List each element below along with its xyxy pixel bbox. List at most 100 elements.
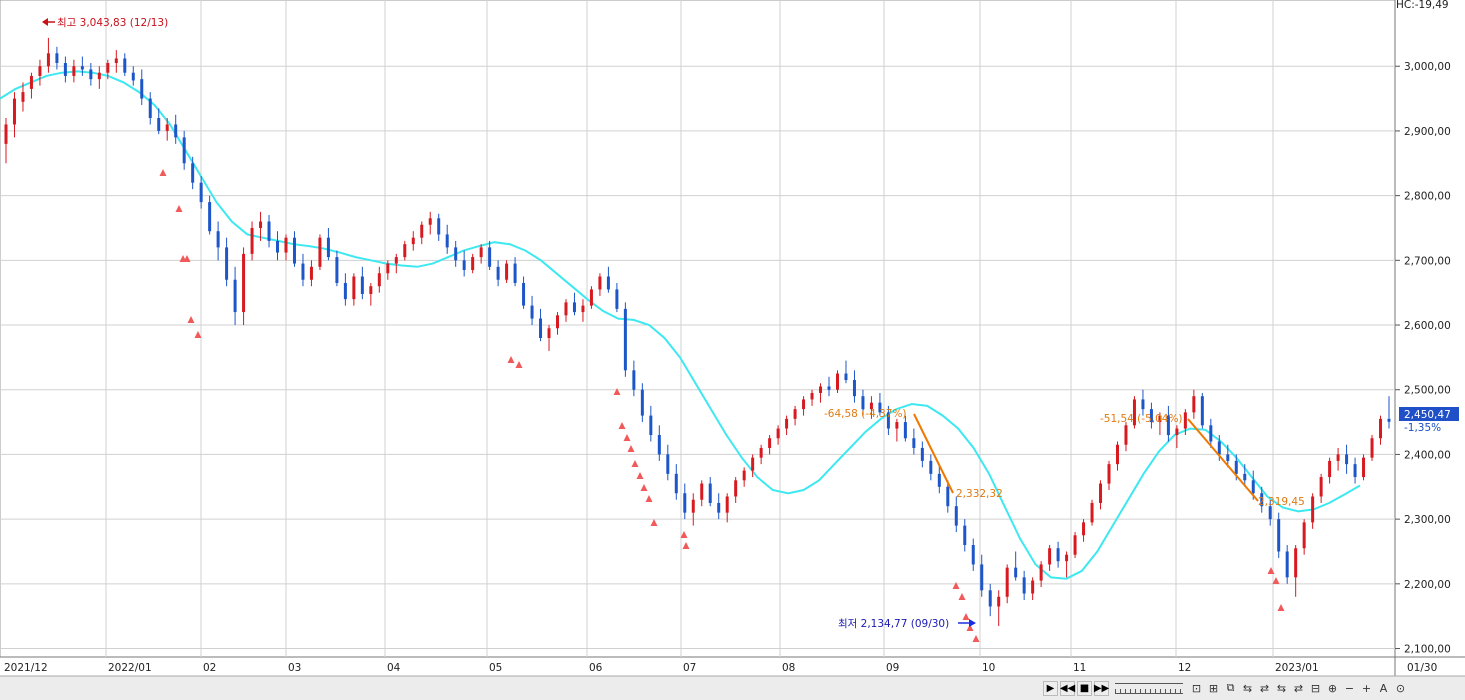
- candle-body: [80, 66, 84, 70]
- candle-body: [437, 218, 441, 235]
- candle-body: [46, 53, 50, 67]
- candle-body: [267, 221, 271, 241]
- candle-body: [802, 399, 806, 410]
- chart-nav-button-2[interactable]: ◀◀: [1060, 680, 1075, 696]
- candle-body: [1082, 522, 1086, 536]
- candle-body: [1251, 480, 1255, 494]
- candle-body: [929, 460, 933, 474]
- x-tick-label: 09: [886, 662, 899, 674]
- candle-body: [606, 276, 610, 290]
- candle-body: [1311, 496, 1315, 523]
- candle-body: [233, 279, 237, 313]
- toolbar-icon-7[interactable]: ⇄: [1291, 681, 1306, 696]
- candle-body: [479, 247, 483, 258]
- candle-body: [1192, 396, 1196, 413]
- toolbar-icon-11[interactable]: +: [1359, 681, 1374, 696]
- candle-body: [301, 263, 305, 280]
- candle: [623, 302, 627, 377]
- candle-body: [657, 435, 661, 455]
- candle-body: [259, 221, 263, 228]
- candle-body: [708, 483, 712, 503]
- candle-body: [810, 392, 814, 400]
- candle-body: [191, 163, 195, 183]
- candle-body: [980, 564, 984, 591]
- candle-body: [496, 266, 500, 280]
- candle-body: [445, 234, 449, 248]
- candle-body: [140, 79, 144, 99]
- candle-body: [242, 253, 246, 313]
- candle-body: [1200, 396, 1204, 426]
- candle-body: [276, 240, 280, 253]
- x-tick-label: 01/30: [1407, 662, 1437, 674]
- toolbar-icon-5[interactable]: ⇄: [1257, 681, 1272, 696]
- zoom-slider[interactable]: [1115, 682, 1183, 694]
- candle-body: [1319, 477, 1323, 497]
- y-tick-label: 2,400,00: [1404, 449, 1451, 461]
- candle-body: [199, 182, 203, 203]
- candle-body: [1099, 483, 1103, 503]
- candle-body: [157, 117, 161, 131]
- candle-body: [819, 386, 823, 393]
- candle-body: [1056, 548, 1060, 562]
- candle-body: [835, 373, 839, 390]
- y-tick-label: 2,800,00: [1404, 191, 1451, 203]
- candle-body: [827, 386, 831, 390]
- candle-body: [1234, 460, 1238, 474]
- y-tick-label: 2,600,00: [1404, 320, 1451, 332]
- candle-body: [530, 305, 534, 319]
- toolbar-icon-13[interactable]: ⊙: [1393, 681, 1408, 696]
- candle-body: [946, 486, 950, 507]
- candle-body: [4, 124, 8, 144]
- toolbar-icon-2[interactable]: ⊞: [1206, 681, 1221, 696]
- candle-body: [165, 124, 169, 131]
- candle-body: [1362, 457, 1366, 478]
- candle-body: [589, 289, 593, 306]
- toolbar-icon-10[interactable]: −: [1342, 681, 1357, 696]
- candle-body: [1090, 502, 1094, 523]
- toolbar-icon-12[interactable]: A: [1376, 681, 1391, 696]
- x-tick-label: 2021/12: [4, 662, 48, 674]
- candle-body: [352, 276, 356, 300]
- candle-body: [89, 69, 93, 80]
- candle-body: [522, 282, 526, 306]
- x-tick-label: 11: [1073, 662, 1086, 674]
- chart-nav-button-3[interactable]: ■: [1077, 680, 1092, 696]
- candle-body: [937, 473, 941, 487]
- candle-body: [386, 263, 390, 274]
- candle: [1370, 435, 1374, 461]
- x-tick-label: 2023/01: [1275, 662, 1319, 674]
- x-tick-label: 04: [387, 662, 401, 674]
- candle-body: [309, 266, 313, 280]
- toolbar-icon-9[interactable]: ⊕: [1325, 681, 1340, 696]
- candle-body: [1268, 506, 1272, 520]
- toolbar-icon-3[interactable]: ⧉: [1223, 681, 1238, 696]
- toolbar-icon-8[interactable]: ⊟: [1308, 681, 1323, 696]
- candle-body: [1209, 425, 1213, 442]
- candle-body: [174, 124, 178, 138]
- x-tick-label: 06: [589, 662, 603, 674]
- candle-body: [920, 447, 924, 461]
- candle-body: [114, 58, 118, 63]
- chart-nav-button-4[interactable]: ▶▶: [1094, 680, 1109, 696]
- chart-nav-button-1[interactable]: ▶: [1043, 680, 1058, 696]
- candle-body: [598, 276, 602, 290]
- candle-body: [988, 590, 992, 607]
- candle-body: [1302, 522, 1306, 549]
- candle-body: [1031, 580, 1035, 594]
- candle: [1090, 499, 1094, 526]
- y-tick-label: 2,700,00: [1404, 255, 1451, 267]
- candle-body: [1073, 535, 1077, 555]
- candle: [835, 370, 839, 393]
- candle-body: [683, 493, 687, 513]
- candle-body: [785, 418, 789, 429]
- chart-toolbar: ▶ ◀◀ ■ ▶▶ ⊡ ⊞ ⧉ ⇆ ⇄ ⇆ ⇄ ⊟ ⊕ − + A ⊙: [1043, 679, 1465, 697]
- candle-body: [1226, 454, 1230, 461]
- toolbar-icon-1[interactable]: ⊡: [1189, 681, 1204, 696]
- candle-body: [55, 53, 59, 63]
- candle-body: [1285, 551, 1289, 578]
- candle-body: [674, 473, 678, 494]
- candle-body: [1107, 464, 1111, 484]
- toolbar-icon-4[interactable]: ⇆: [1240, 681, 1255, 696]
- toolbar-icon-6[interactable]: ⇆: [1274, 681, 1289, 696]
- candle-body: [640, 389, 644, 416]
